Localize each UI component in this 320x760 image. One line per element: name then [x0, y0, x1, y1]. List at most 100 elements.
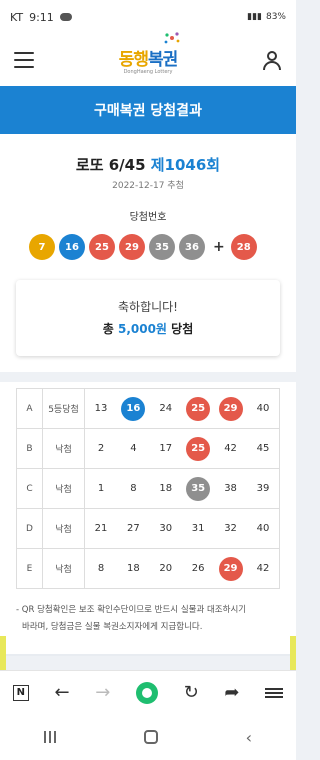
ticket-number: 8 — [97, 563, 105, 574]
ticket-number: 38 — [224, 483, 237, 494]
prize-prefix: 총 — [102, 322, 114, 336]
logo-text-b: 복권 — [148, 50, 178, 70]
ticket-number: 40 — [256, 523, 270, 534]
ticket-number: 42 — [256, 563, 270, 574]
carrier-label: KT — [10, 10, 24, 24]
notice-text: - QR 당첨확인은 보조 확인수단이므로 반드시 실물과 대조하시기 바라며,… — [16, 602, 286, 636]
game-letter: A — [16, 388, 43, 429]
winning-number-ball: 36 — [179, 234, 205, 260]
system-navbar: ‹ — [0, 714, 296, 760]
status-bar: KT 9:11 ▮▮▮ 83% — [0, 0, 296, 34]
notice-line: 바라며, 당첨금은 실물 복권소지자에게 지급합니다. — [22, 622, 203, 632]
game-letter: C — [16, 468, 43, 509]
ticket-row: B 낙첨 2 4 17 25 42 45 — [16, 428, 280, 469]
winning-numbers-label: 당첨번호 — [129, 212, 167, 223]
ticket-number: 18 — [127, 563, 140, 574]
ticket-number: 21 — [94, 523, 108, 534]
ticket-number: 20 — [159, 563, 173, 574]
hamburger-icon[interactable] — [14, 52, 34, 68]
winning-number-ball: 7 — [29, 234, 55, 260]
divider — [0, 654, 296, 656]
ticket-number: 24 — [159, 403, 173, 414]
matched-number: 25 — [186, 396, 211, 421]
ticket-number: 45 — [256, 443, 270, 454]
game-result: 낙첨 — [42, 508, 85, 549]
recent-apps-icon[interactable] — [43, 731, 56, 743]
prize-amount-line: 총 5,000원 당첨 — [16, 320, 280, 337]
ticket-number: 40 — [256, 403, 270, 414]
round-number: 제1046회 — [150, 156, 221, 174]
game-letter: E — [16, 548, 43, 589]
plus-sign: + — [213, 239, 225, 255]
firework-icon — [164, 32, 180, 44]
game-result: 5등당첨 — [42, 388, 85, 429]
winning-number-ball: 29 — [119, 234, 145, 260]
page-title: 구매복권 당첨결과 — [0, 86, 296, 134]
person-icon[interactable] — [262, 50, 282, 70]
game-numbers: 13 16 24 25 29 40 — [84, 388, 280, 429]
ticket-number: 1 — [97, 483, 105, 494]
browser-toolbar: N ← → ↻ ➦ — [0, 670, 296, 714]
game-result: 낙첨 — [42, 428, 85, 469]
game-result: 낙첨 — [42, 548, 85, 589]
ticket-number: 4 — [130, 443, 137, 454]
signal-icon: ▮▮▮ — [247, 12, 262, 22]
game-name: 로또 6/45 — [75, 156, 146, 174]
ticket-number: 27 — [127, 523, 140, 534]
ticket-row: A 5등당첨 13 16 24 25 29 40 — [16, 388, 280, 429]
green-circle-icon[interactable] — [135, 681, 158, 704]
arrow-right-icon[interactable]: → — [95, 683, 110, 702]
notice-line: - QR 당첨확인은 보조 확인수단이므로 반드시 실물과 대조하시기 — [16, 605, 247, 615]
ticket-number: 26 — [191, 563, 205, 574]
game-result: 낙첨 — [42, 468, 85, 509]
ticket-row: D 낙첨 21 27 30 31 32 40 — [16, 508, 280, 549]
ticket-number: 42 — [224, 443, 237, 454]
game-letter: D — [16, 508, 43, 549]
game-numbers: 8 18 20 26 29 42 — [84, 548, 280, 589]
ticket-number: 18 — [159, 483, 173, 494]
prize-amount: 5,000원 — [117, 322, 167, 336]
ticket-row: C 낙첨 1 8 18 35 38 39 — [16, 468, 280, 509]
cloud-icon — [59, 13, 72, 21]
tab-switcher-button[interactable]: N — [12, 684, 29, 701]
ticket-number: 8 — [130, 483, 137, 494]
menu-icon[interactable] — [265, 687, 284, 698]
prize-summary: 축하합니다! 총 5,000원 당첨 — [16, 280, 280, 356]
winning-numbers: 7 16 25 29 35 36 +28 — [29, 234, 261, 260]
bonus-number-ball: 28 — [230, 234, 257, 260]
ticket-table: A 5등당첨 13 16 24 25 29 40 B 낙첨 2 4 17 25 42 45 C 낙첨 1 8 18 35 3… — [16, 388, 280, 589]
reload-icon[interactable]: ↻ — [184, 683, 199, 702]
matched-number: 16 — [121, 396, 146, 421]
battery-level: 83% — [265, 12, 286, 22]
matched-number: 25 — [186, 436, 211, 461]
section-divider — [0, 372, 296, 382]
result-content: 로또 6/45 제1046회 2022-12-17 추첨 당첨번호 7 16 25 2… — [0, 134, 296, 654]
ticket-row: E 낙첨 8 18 20 26 29 42 — [16, 548, 280, 589]
matched-number: 35 — [186, 476, 211, 501]
ticket-number: 32 — [224, 523, 237, 534]
prize-suffix: 당첨 — [171, 322, 194, 336]
winning-number-ball: 16 — [59, 234, 85, 260]
congrats-text: 축하합니다! — [117, 300, 178, 314]
app-logo[interactable]: 동행복권 DongHaeng Lottery — [119, 32, 180, 75]
ticket-number: 31 — [191, 523, 205, 534]
game-numbers: 2 4 17 25 42 45 — [84, 428, 280, 469]
home-icon[interactable] — [143, 730, 158, 744]
back-icon[interactable]: ‹ — [246, 728, 252, 747]
draw-date: 2022-12-17 추첨 — [112, 181, 184, 191]
game-letter: B — [16, 428, 43, 469]
share-icon[interactable]: ➦ — [224, 683, 239, 702]
arrow-left-icon[interactable]: ← — [54, 683, 69, 702]
ticket-number: 13 — [94, 403, 108, 414]
ticket-number: 39 — [256, 483, 270, 494]
game-numbers: 21 27 30 31 32 40 — [84, 508, 280, 549]
ticket-number: 17 — [159, 443, 173, 454]
winning-number-ball: 35 — [149, 234, 175, 260]
logo-subtitle: DongHaeng Lottery — [123, 69, 173, 75]
ticket-number: 2 — [97, 443, 105, 454]
clock: 9:11 — [29, 10, 54, 24]
game-numbers: 1 8 18 35 38 39 — [84, 468, 280, 509]
app-header: 동행복권 DongHaeng Lottery — [0, 32, 296, 86]
draw-title: 로또 6/45 제1046회 — [0, 154, 296, 175]
matched-number: 29 — [218, 396, 243, 421]
